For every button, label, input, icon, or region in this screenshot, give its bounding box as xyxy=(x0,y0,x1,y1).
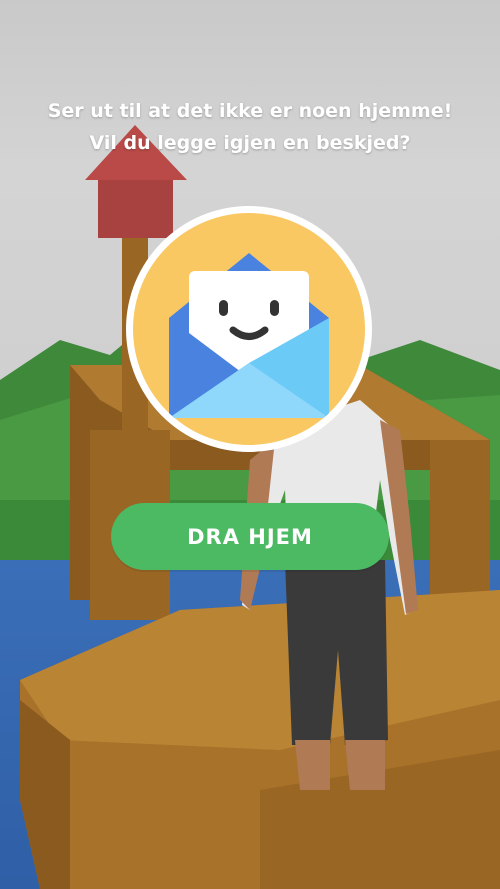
mail-icon-badge xyxy=(126,206,372,452)
smiling-envelope-icon xyxy=(133,213,365,445)
go-home-button[interactable]: DRA HJEM xyxy=(111,503,389,570)
message-line-2: Vil du legge igjen en beskjed? xyxy=(89,132,411,154)
dialog-message: Ser ut til at det ikke er noen hjemme! V… xyxy=(0,95,500,159)
message-line-1: Ser ut til at det ikke er noen hjemme! xyxy=(47,100,453,122)
